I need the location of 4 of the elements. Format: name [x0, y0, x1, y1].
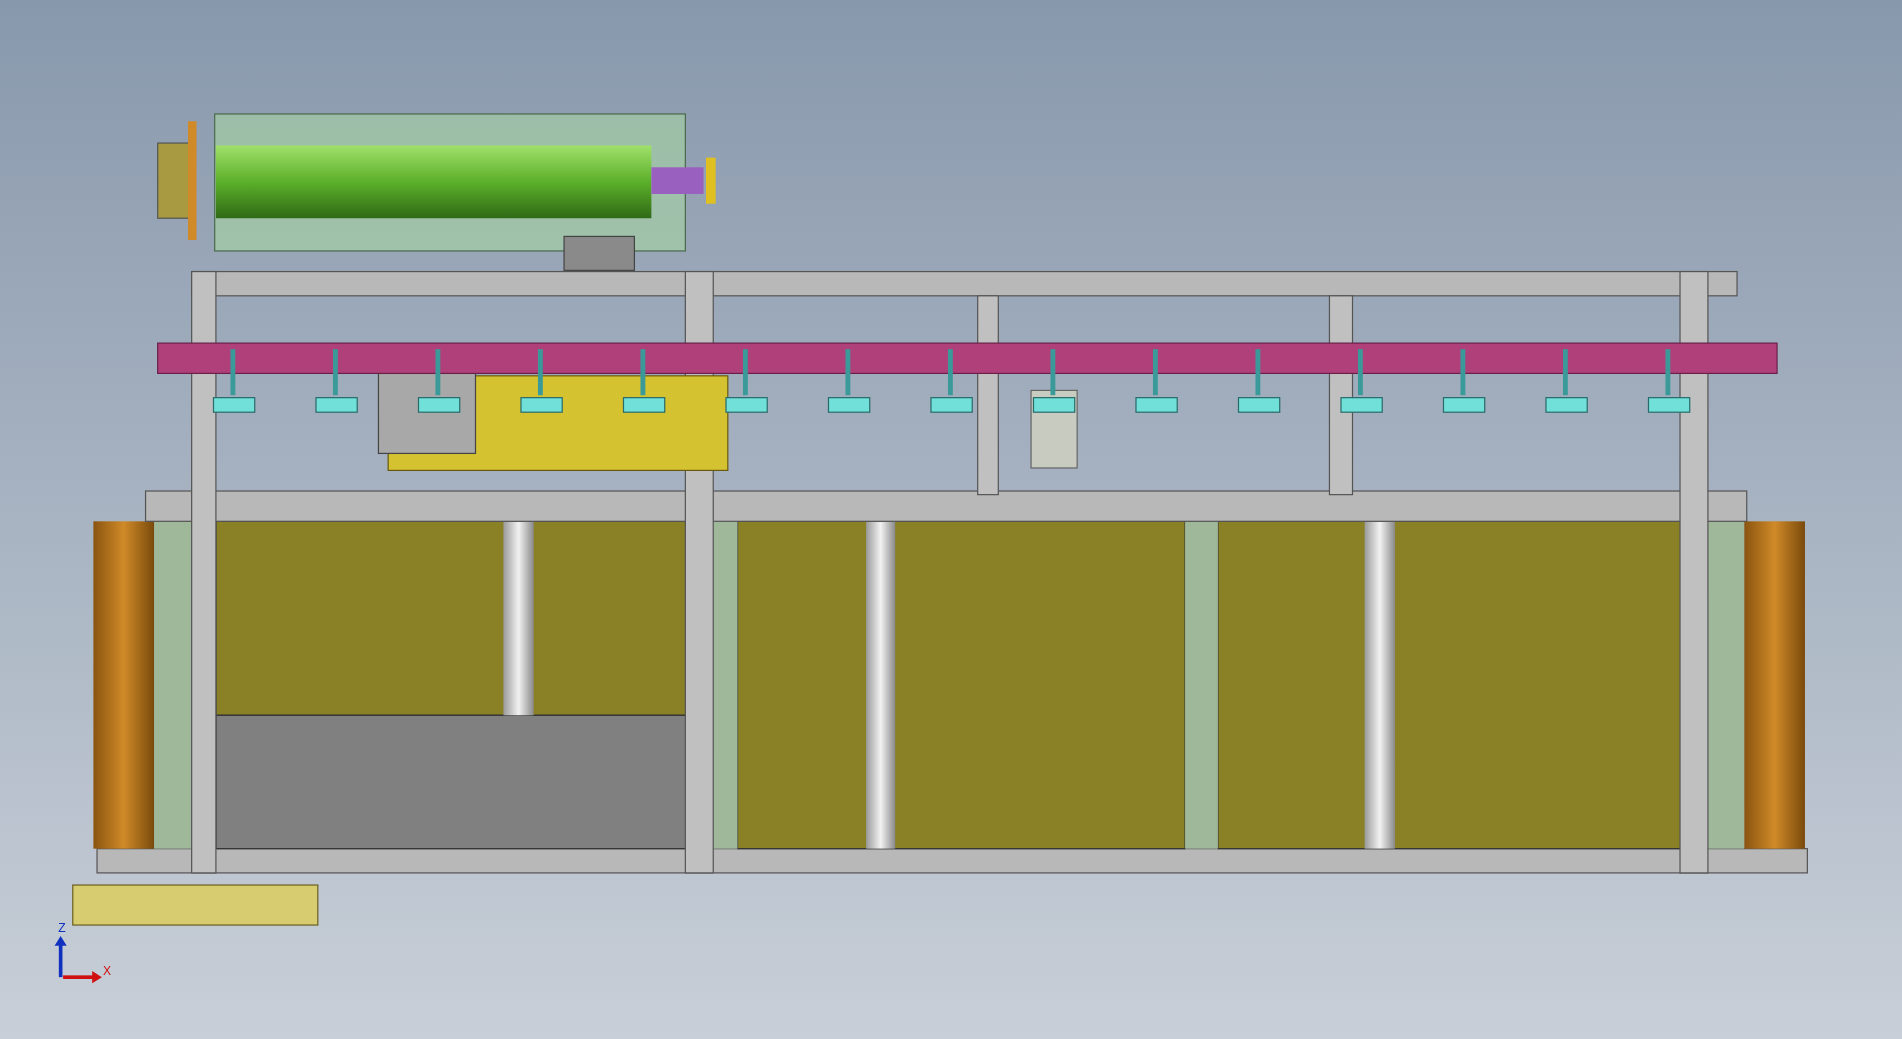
axis-label: X	[103, 963, 112, 978]
z-axis-arrow	[54, 935, 67, 978]
axis-label: Z	[58, 921, 66, 936]
x-axis-arrow	[63, 971, 102, 984]
